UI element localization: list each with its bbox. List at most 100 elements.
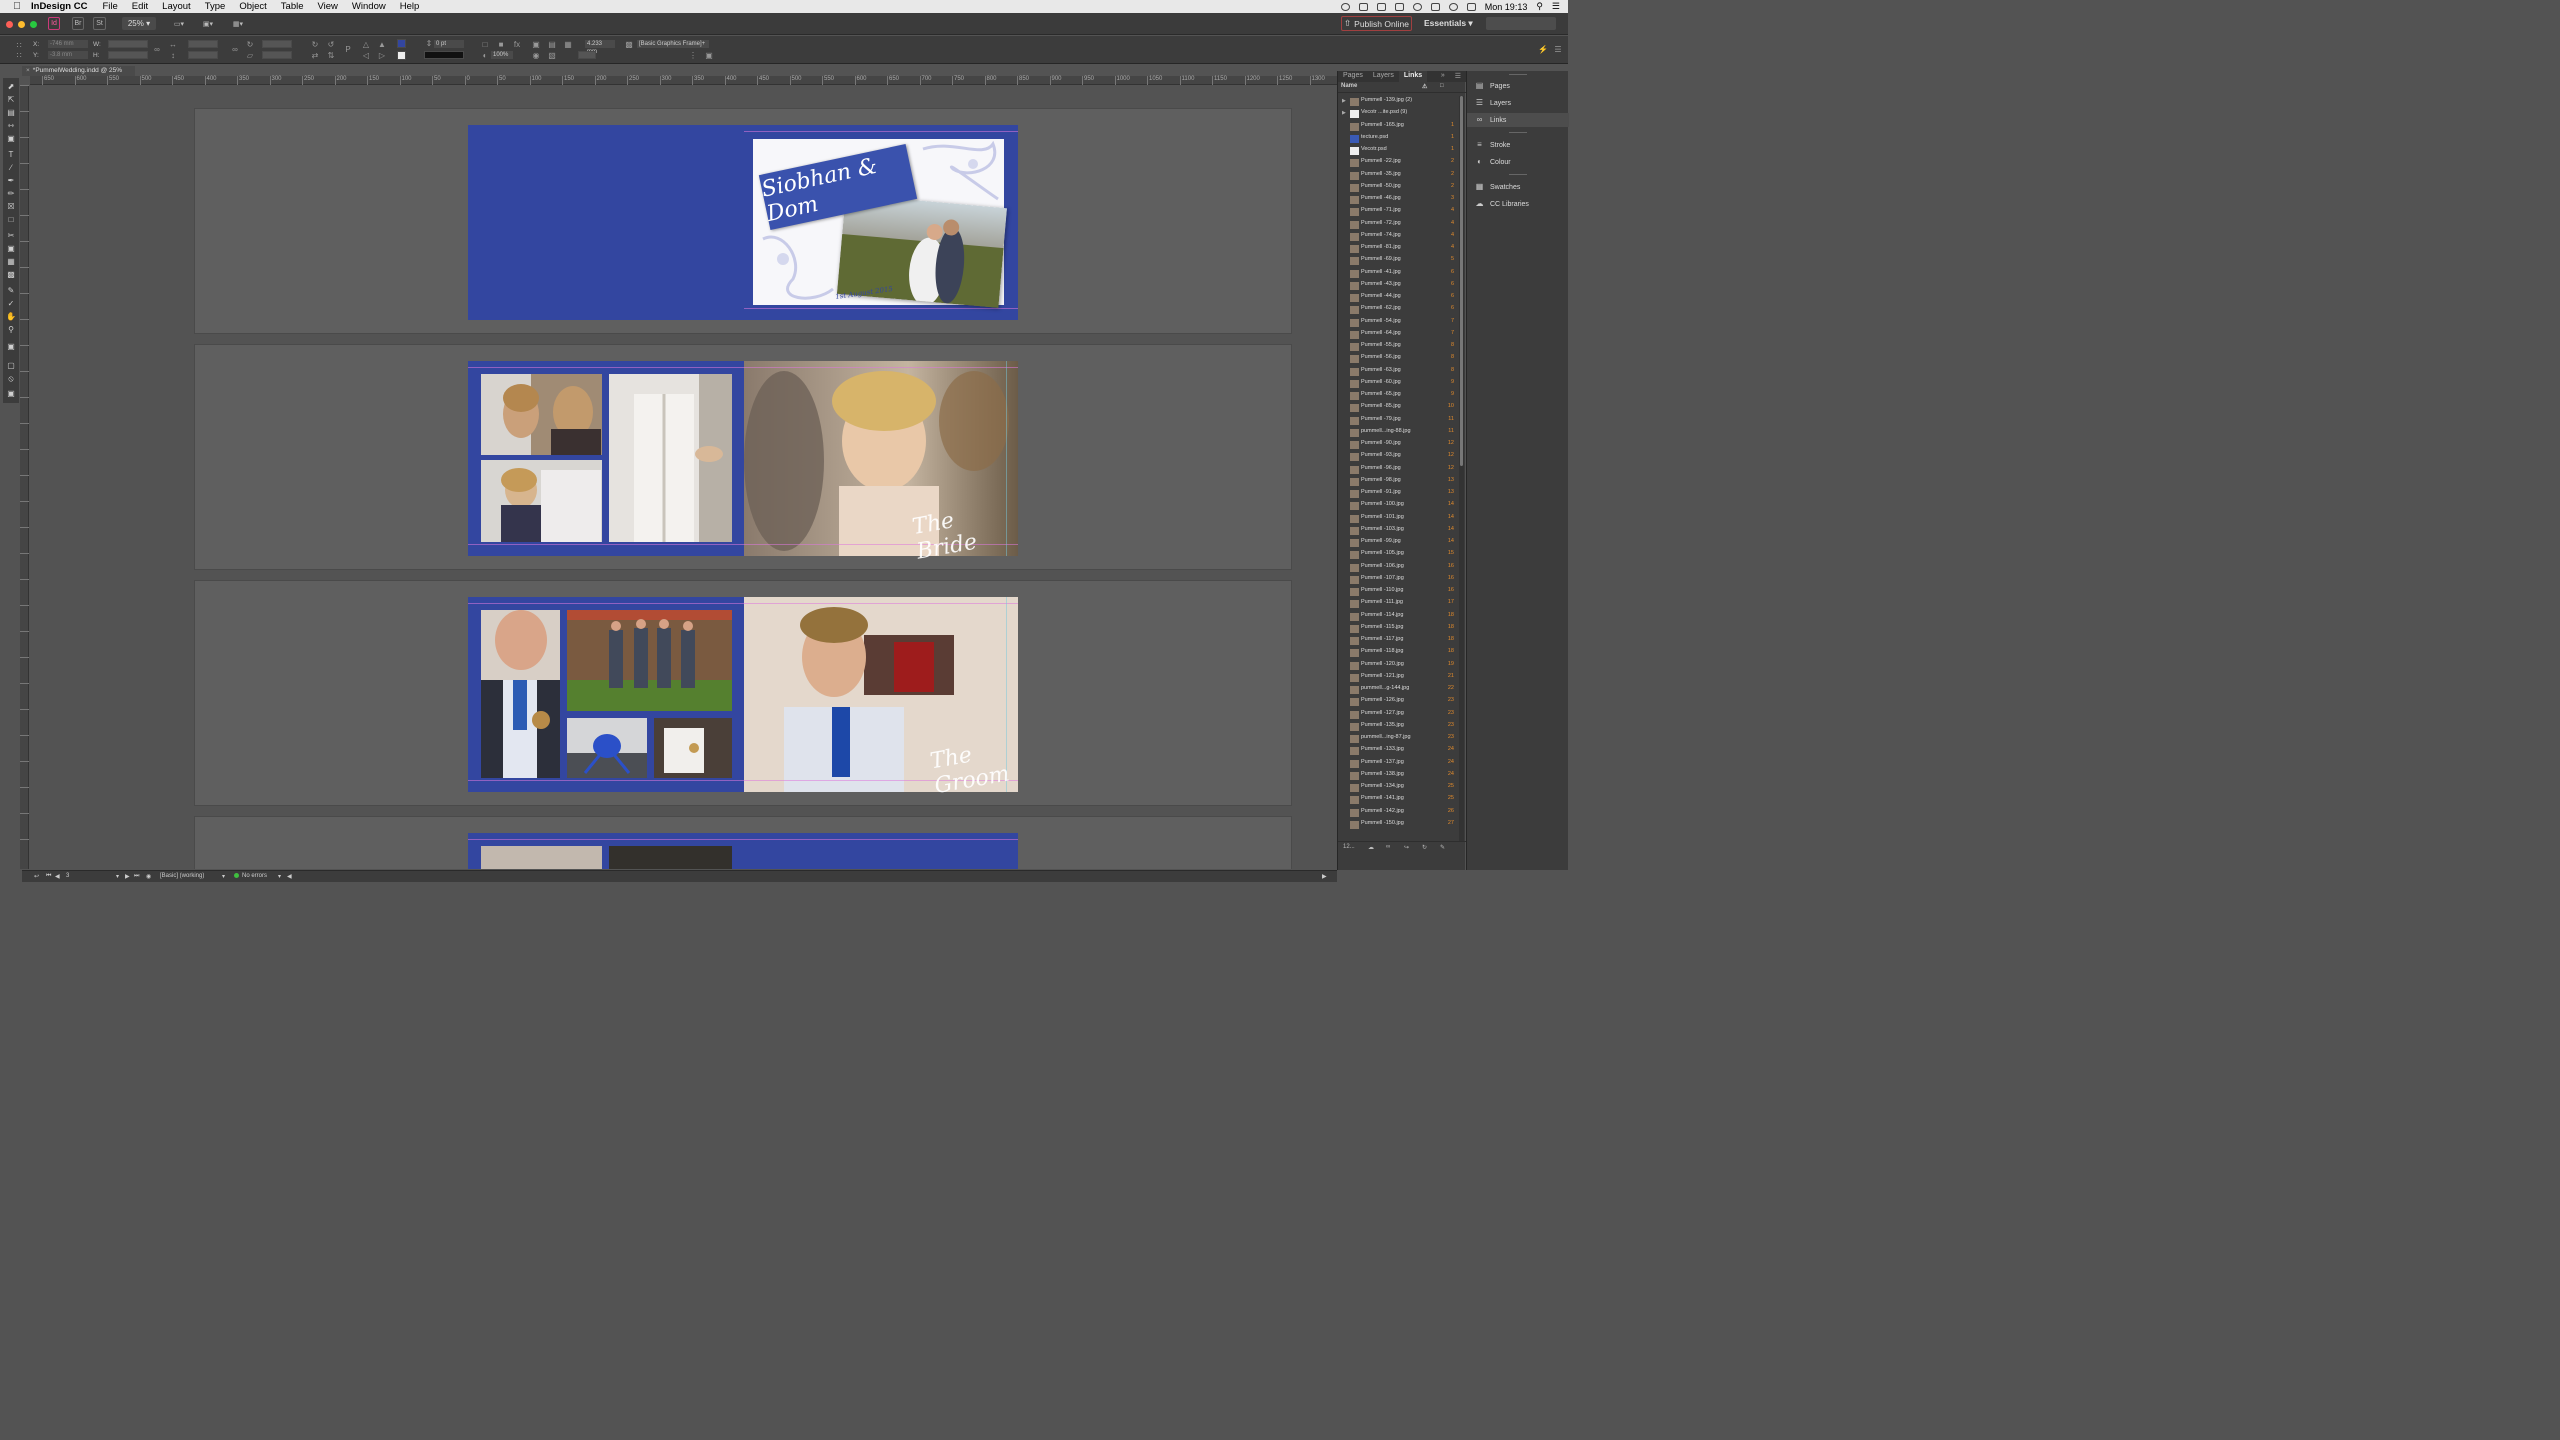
object-style-select[interactable]: [Basic Graphics Frame]+	[637, 40, 709, 48]
page-bride[interactable]: The Bride	[744, 361, 1018, 565]
link-page-number[interactable]: 4	[1451, 220, 1454, 226]
link-page-number[interactable]: 13	[1448, 477, 1454, 483]
link-page-number[interactable]: 12	[1448, 465, 1454, 471]
dock-colour[interactable]: ◐ Colour	[1467, 155, 1569, 169]
cc-libraries-link-icon[interactable]: ☁	[1368, 844, 1374, 851]
stock-icon[interactable]: St	[93, 17, 106, 30]
select-previous-icon[interactable]: ◁	[361, 51, 371, 61]
cufflink-photo[interactable]	[654, 718, 732, 778]
link-page-number[interactable]: 22	[1448, 685, 1454, 691]
display-icon[interactable]	[1376, 2, 1386, 11]
page-tool-icon[interactable]: ▤	[6, 108, 16, 118]
link-page-number[interactable]: 7	[1451, 318, 1454, 324]
screen-mode-tool-icon[interactable]: ▣	[6, 389, 16, 399]
cover-card[interactable]: Siobhan & Dom 1st August 2015	[753, 139, 1008, 308]
link-page-number[interactable]: 16	[1448, 575, 1454, 581]
link-row[interactable]: Pummell -118.jpg 18	[1338, 647, 1458, 659]
link-page-number[interactable]: 2	[1451, 171, 1454, 177]
link-row[interactable]: Pummell -117.jpg 18	[1338, 635, 1458, 647]
link-row[interactable]: Pummell -114.jpg 18	[1338, 611, 1458, 623]
menu-edit[interactable]: Edit	[125, 1, 155, 12]
link-page-number[interactable]: 18	[1448, 612, 1454, 618]
menu-view[interactable]: View	[311, 1, 345, 12]
link-row[interactable]: pummell...ing-88.jpg 11	[1338, 427, 1458, 439]
link-page-number[interactable]: 6	[1451, 281, 1454, 287]
expand-arrow-icon[interactable]: ▶	[1342, 98, 1346, 104]
eyedropper-tool-icon[interactable]: ✓	[6, 299, 16, 309]
page-right-partial[interactable]	[744, 833, 1018, 869]
links-column-header[interactable]: Name ⚠ □	[1338, 83, 1466, 93]
pen-tool-icon[interactable]: ✒	[6, 176, 16, 186]
shear-field[interactable]	[262, 51, 292, 59]
align-select[interactable]	[578, 51, 596, 59]
link-row[interactable]: Pummell -65.jpg 9	[1338, 390, 1458, 402]
link-row[interactable]: Pummell -101.jpg 14	[1338, 513, 1458, 525]
reference-point-grid-icon[interactable]: ∷	[14, 51, 24, 61]
reference-point-icon[interactable]: ∷	[14, 41, 24, 51]
stroke-weight-field[interactable]: 0 pt	[434, 40, 464, 48]
link-row[interactable]: Pummell -126.jpg 23	[1338, 696, 1458, 708]
groom-watch-photo[interactable]	[481, 610, 560, 778]
rotate-cw-icon[interactable]: ↻	[310, 40, 320, 50]
link-row[interactable]: Pummell -103.jpg 14	[1338, 525, 1458, 537]
center-content-icon[interactable]: ▦	[563, 40, 573, 50]
link-page-number[interactable]: 17	[1448, 599, 1454, 605]
link-page-number[interactable]: 23	[1448, 734, 1454, 740]
link-row[interactable]: Pummell -115.jpg 18	[1338, 623, 1458, 635]
fit-content-proportionally-icon[interactable]: ▤	[547, 40, 557, 50]
apple-menu-icon[interactable]: 	[11, 1, 23, 12]
link-page-number[interactable]: 14	[1448, 526, 1454, 532]
link-row[interactable]: Pummell -41.jpg 6	[1338, 268, 1458, 280]
link-page-number[interactable]: 3	[1451, 195, 1454, 201]
partial-photo-left[interactable]	[481, 846, 602, 869]
relink-icon[interactable]: ∞	[1386, 844, 1390, 850]
quick-apply-lightning-icon[interactable]: ⚡	[1538, 45, 1548, 55]
links-scrollbar[interactable]	[1459, 96, 1464, 841]
link-page-number[interactable]: 14	[1448, 514, 1454, 520]
link-row[interactable]: Pummell -55.jpg 8	[1338, 341, 1458, 353]
link-row[interactable]: Pummell -74.jpg 4	[1338, 231, 1458, 243]
opacity-field[interactable]: 100%	[491, 51, 513, 59]
adobe-stock-search-input[interactable]	[1486, 17, 1556, 30]
note-tool-icon[interactable]: ✎	[6, 286, 16, 296]
open-in-bridge-icon[interactable]: ↩	[34, 873, 39, 880]
link-row[interactable]: Pummell -107.jpg 16	[1338, 574, 1458, 586]
link-page-number[interactable]: 5	[1451, 256, 1454, 262]
menu-object[interactable]: Object	[232, 1, 273, 12]
link-page-number[interactable]: 11	[1448, 428, 1454, 434]
link-page-number[interactable]: 11	[1448, 416, 1454, 422]
link-page-number[interactable]: 1	[1451, 146, 1454, 152]
page-menu-icon[interactable]: ▾	[116, 873, 119, 880]
link-page-number[interactable]: 23	[1448, 710, 1454, 716]
link-page-number[interactable]: 8	[1451, 367, 1454, 373]
link-row[interactable]: Pummell -43.jpg 6	[1338, 280, 1458, 292]
first-page-icon[interactable]: ⏮	[46, 873, 51, 880]
link-page-number[interactable]: 2	[1451, 183, 1454, 189]
groomsmen-photo[interactable]	[567, 610, 732, 711]
link-row[interactable]: Pummell -81.jpg 4	[1338, 243, 1458, 255]
link-row[interactable]: Pummell -133.jpg 24	[1338, 745, 1458, 757]
link-row[interactable]: Pummell -69.jpg 5	[1338, 255, 1458, 267]
zoom-window-button[interactable]	[30, 21, 37, 28]
preflight-icon[interactable]: ◉	[146, 873, 151, 880]
dock-swatches[interactable]: ▦ Swatches	[1467, 180, 1569, 194]
link-page-number[interactable]: 24	[1448, 771, 1454, 777]
link-row[interactable]: Vecotr.psd 1	[1338, 145, 1458, 157]
flip-horizontal-icon[interactable]: ⇄	[310, 51, 320, 61]
page-number-field[interactable]: 3	[66, 873, 69, 879]
link-row[interactable]: Pummell -142.jpg 26	[1338, 807, 1458, 819]
link-row[interactable]: Pummell -85.jpg 10	[1338, 402, 1458, 414]
link-row[interactable]: Pummell -56.jpg 8	[1338, 353, 1458, 365]
airplay-icon[interactable]	[1394, 2, 1404, 11]
next-page-icon[interactable]: ▶	[125, 873, 130, 880]
link-page-number[interactable]: 13	[1448, 489, 1454, 495]
link-page-number[interactable]: 24	[1448, 759, 1454, 765]
link-row[interactable]: Pummell -50.jpg 2	[1338, 182, 1458, 194]
link-page-number[interactable]: 27	[1448, 820, 1454, 826]
link-page-number[interactable]: 25	[1448, 783, 1454, 789]
link-row[interactable]: Pummell -54.jpg 7	[1338, 317, 1458, 329]
page-left-collage[interactable]	[468, 361, 744, 556]
link-page-number[interactable]: 12	[1448, 440, 1454, 446]
page-left-partial[interactable]	[468, 833, 744, 869]
link-row[interactable]: Pummell -60.jpg 9	[1338, 378, 1458, 390]
